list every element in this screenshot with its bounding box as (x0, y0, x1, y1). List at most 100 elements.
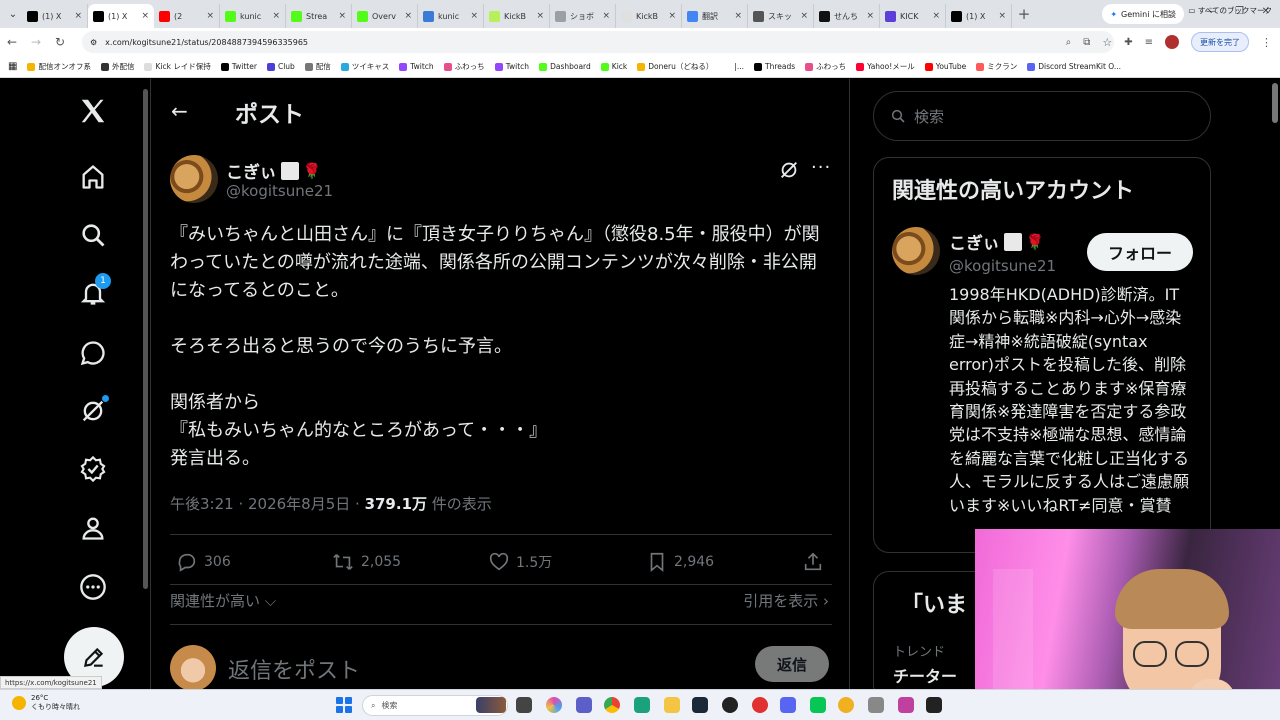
install-icon[interactable]: ⧉ (1083, 37, 1090, 48)
forward-nav-icon[interactable]: → (24, 35, 48, 49)
tab-close-icon[interactable]: × (338, 11, 346, 21)
steam-icon[interactable] (692, 697, 708, 713)
browser-tab[interactable]: (2 × (154, 4, 220, 28)
bookmark-item[interactable]: Club (266, 61, 295, 72)
tab-close-icon[interactable]: × (998, 11, 1006, 21)
verified-icon[interactable] (75, 451, 111, 487)
bookmark-item[interactable]: Kick レイド保持 (144, 61, 211, 72)
bookmark-item[interactable]: Kick (600, 61, 627, 72)
bookmark-item[interactable]: |... (723, 61, 744, 72)
reload-icon[interactable]: ↻ (48, 35, 72, 49)
url-field[interactable]: ⚙ x.com/kogitsune21/status/2084887394596… (82, 31, 1114, 53)
messages-icon[interactable] (75, 335, 111, 371)
like-action[interactable]: 1.5万 (488, 551, 552, 573)
home-icon[interactable] (75, 159, 111, 195)
bookmark-item[interactable]: YouTube (924, 61, 966, 72)
terminal-icon[interactable] (926, 697, 942, 713)
tab-close-icon[interactable]: × (404, 11, 412, 21)
search-box[interactable]: 検索 (873, 91, 1211, 141)
browser-tab[interactable]: せんち × (814, 4, 880, 28)
view-quotes-link[interactable]: 引用を表示 › (743, 590, 829, 611)
browser-tab[interactable]: (1) X × (22, 4, 88, 28)
x-logo-icon[interactable] (75, 93, 111, 129)
browser-tab[interactable]: kunic × (220, 4, 286, 28)
bookmark-item[interactable]: Threads (754, 61, 795, 72)
obs-icon[interactable] (722, 697, 738, 713)
browser-tab[interactable]: kunic × (418, 4, 484, 28)
bookmark-item[interactable]: ツイキャス (340, 61, 389, 72)
tab-close-icon[interactable]: × (206, 11, 214, 21)
tab-close-icon[interactable]: × (272, 11, 280, 21)
author-avatar[interactable] (170, 155, 218, 203)
bookmark-item[interactable]: 配信オンオフ系 (27, 61, 91, 72)
copilot-icon[interactable] (546, 697, 562, 713)
more-options-icon[interactable]: ··· (811, 157, 831, 178)
browser-tab[interactable]: (1) X × (88, 4, 154, 28)
tab-close-icon[interactable]: × (602, 11, 610, 21)
tab-close-icon[interactable]: × (866, 11, 874, 21)
tab-close-icon[interactable]: × (668, 11, 676, 21)
tab-close-icon[interactable]: × (536, 11, 544, 21)
browser-tab[interactable]: ショボ × (550, 4, 616, 28)
browser-tab[interactable]: KickB × (484, 4, 550, 28)
bookmark-item[interactable]: Yahoo!メール (856, 61, 915, 72)
app-icon-3[interactable] (898, 697, 914, 713)
bookmark-item[interactable]: 外配信 (100, 61, 134, 72)
reading-list-icon[interactable]: ≡ (1145, 37, 1153, 48)
bookmark-action[interactable]: 2,946 (646, 551, 714, 573)
sort-dropdown[interactable]: 関連性が高い ⌵ (170, 590, 276, 611)
search-icon[interactable] (75, 217, 111, 253)
related-name[interactable]: こぎぃ 🌹 (949, 229, 1044, 254)
new-tab-button[interactable]: + (1012, 5, 1036, 23)
line-icon[interactable] (810, 697, 826, 713)
back-arrow-icon[interactable]: ← (171, 99, 188, 123)
page-scrollbar[interactable] (1272, 83, 1278, 123)
discord-icon[interactable] (780, 697, 796, 713)
apps-icon[interactable]: ▦ (8, 61, 17, 72)
my-avatar[interactable] (170, 645, 216, 689)
gemini-button[interactable]: ✦ Gemini に相談 (1102, 4, 1184, 24)
share-action[interactable] (802, 551, 824, 573)
related-handle[interactable]: @kogitsune21 (949, 257, 1056, 275)
author-name[interactable]: こぎぃ 🌹 (226, 158, 321, 183)
browser-tab[interactable]: Overv × (352, 4, 418, 28)
tab-list-dropdown[interactable]: ⌄ (4, 5, 22, 23)
tab-close-icon[interactable]: × (470, 11, 478, 21)
browser-tab[interactable]: KICK × (880, 4, 946, 28)
tab-close-icon[interactable]: × (800, 11, 808, 21)
follow-button[interactable]: フォロー (1087, 233, 1193, 271)
app-icon-2[interactable] (868, 697, 884, 713)
edge-icon[interactable] (634, 697, 650, 713)
reply-submit-button[interactable]: 返信 (755, 646, 829, 682)
bookmark-item[interactable]: Twitch (399, 61, 434, 72)
tab-close-icon[interactable]: × (932, 11, 940, 21)
browser-tab[interactable]: スキッ × (748, 4, 814, 28)
bookmark-item[interactable]: ふわっち (443, 61, 485, 72)
file-explorer-icon[interactable] (664, 697, 680, 713)
tab-close-icon[interactable]: × (141, 11, 149, 21)
recorder-icon[interactable] (752, 697, 768, 713)
search-highlight-icon[interactable] (476, 697, 506, 713)
bookmark-item[interactable]: Twitter (220, 61, 257, 72)
trend-name[interactable]: チーター (893, 663, 957, 687)
profile-avatar[interactable] (1165, 35, 1179, 49)
tab-close-icon[interactable]: × (734, 11, 742, 21)
extensions-icon[interactable]: ✚ (1124, 37, 1132, 48)
bookmark-item[interactable]: Dashboard (539, 61, 591, 72)
bookmark-item[interactable]: 配信 (304, 61, 331, 72)
browser-tab[interactable]: KickB × (616, 4, 682, 28)
bookmark-item[interactable]: ミクラン (976, 61, 1017, 72)
notifications-icon[interactable]: 1 (75, 273, 111, 311)
bookmark-item[interactable]: Doneru（どねる） (637, 61, 713, 72)
browser-tab[interactable]: 翻訳 × (682, 4, 748, 28)
weather-widget[interactable]: 26°C くもり時々晴れ (12, 694, 80, 712)
task-view-icon[interactable] (516, 697, 532, 713)
repost-action[interactable]: 2,055 (331, 551, 401, 573)
all-bookmarks[interactable]: ▭ すべてのブックマーク (1188, 5, 1272, 16)
related-avatar[interactable] (892, 227, 940, 275)
grok-icon[interactable] (75, 393, 111, 429)
left-scrollbar[interactable] (143, 89, 148, 589)
update-button[interactable]: 更新を完了 (1191, 32, 1249, 52)
zoom-icon[interactable]: ⌕ (1066, 37, 1072, 48)
profile-icon[interactable] (75, 510, 111, 546)
